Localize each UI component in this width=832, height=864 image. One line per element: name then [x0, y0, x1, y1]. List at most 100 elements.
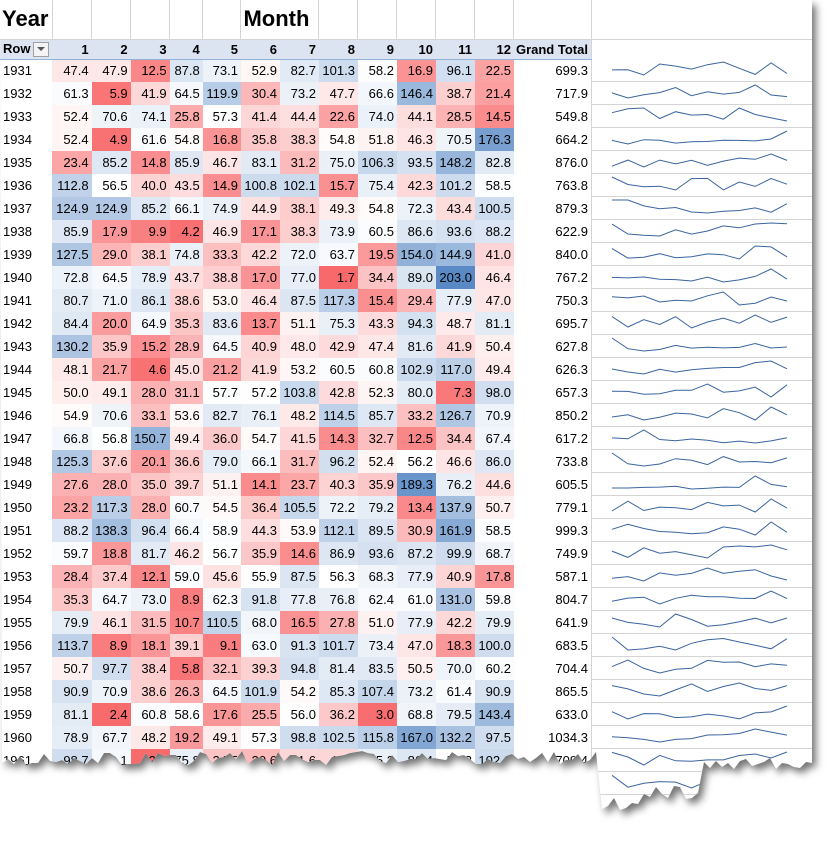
value-cell[interactable]: 12.5 — [396, 426, 436, 450]
value-cell[interactable]: 85.2 — [91, 150, 131, 174]
value-cell[interactable]: 81.6 — [396, 334, 436, 358]
value-cell[interactable]: 107.4 — [357, 679, 397, 703]
value-cell[interactable]: 56.8 — [91, 426, 131, 450]
value-cell[interactable]: 14.1 — [240, 472, 280, 496]
value-cell[interactable]: 68.0 — [240, 610, 280, 634]
value-cell[interactable]: 43.7 — [169, 265, 203, 289]
value-cell[interactable]: 46.7 — [202, 150, 241, 174]
value-cell[interactable]: 62.4 — [357, 587, 397, 611]
value-cell[interactable]: 50.7 — [52, 656, 92, 680]
value-cell[interactable]: 138.3 — [91, 518, 131, 542]
value-cell[interactable]: 31.5 — [130, 610, 170, 634]
value-cell[interactable]: 41.9 — [435, 334, 475, 358]
value-cell[interactable]: 25.5 — [240, 702, 280, 726]
value-cell[interactable]: 64.5 — [202, 679, 241, 703]
value-cell[interactable]: 22.6 — [318, 104, 358, 128]
grand-total-cell[interactable]: 763.8 — [514, 174, 591, 197]
value-cell[interactable]: 41.9 — [130, 81, 170, 105]
value-cell[interactable]: 76.8 — [318, 587, 358, 611]
year-cell[interactable]: 1948 — [0, 450, 52, 473]
value-cell[interactable]: 41.5 — [318, 748, 358, 772]
value-cell[interactable]: 29.4 — [396, 288, 436, 312]
grand-total-cell[interactable]: 683.5 — [514, 634, 591, 657]
year-cell[interactable]: 1951 — [0, 519, 52, 542]
value-cell[interactable]: 148.2 — [435, 150, 475, 174]
value-cell[interactable]: 82.7 — [279, 59, 319, 82]
value-cell[interactable]: 19.1 — [91, 794, 131, 810]
value-cell[interactable]: 98.0 — [474, 380, 514, 404]
year-cell[interactable]: 1943 — [0, 335, 52, 358]
value-cell[interactable]: 44.9 — [240, 196, 280, 220]
value-cell[interactable]: 56.2 — [396, 449, 436, 473]
value-cell[interactable]: 89.0 — [396, 265, 436, 289]
value-cell[interactable]: 79.6 — [170, 818, 203, 841]
value-cell[interactable]: 27.8 — [318, 610, 358, 634]
value-cell[interactable]: 53.2 — [279, 357, 319, 381]
value-cell[interactable]: 45.0 — [169, 357, 203, 381]
value-cell[interactable]: 31.2 — [279, 150, 319, 174]
value-cell[interactable]: 91.8 — [240, 587, 280, 611]
value-cell[interactable]: 19.2 — [169, 725, 203, 749]
grand-total-cell[interactable]: 664.2 — [514, 128, 591, 151]
value-cell[interactable]: 50.3 — [169, 771, 203, 795]
value-cell[interactable]: 73.4 — [357, 633, 397, 657]
value-cell[interactable]: 70.6 — [91, 403, 131, 427]
value-cell[interactable]: 19.1 — [358, 818, 397, 841]
value-cell[interactable]: 21.7 — [91, 357, 131, 381]
value-cell[interactable]: 12.5 — [91, 771, 131, 795]
value-cell[interactable]: 85.9 — [52, 219, 92, 243]
value-cell[interactable]: 60.2 — [474, 656, 514, 680]
value-cell[interactable]: 74.1 — [130, 104, 170, 128]
value-cell[interactable]: 54.8 — [318, 127, 358, 151]
value-cell[interactable]: 53.0 — [202, 288, 241, 312]
value-cell[interactable]: 72.0 — [279, 242, 319, 266]
value-cell[interactable]: 41.6 — [279, 748, 319, 772]
value-cell[interactable]: 101.3 — [318, 59, 358, 82]
value-cell[interactable]: 143.4 — [474, 702, 514, 726]
value-cell[interactable]: 85.1 — [130, 794, 170, 810]
value-cell[interactable]: 66.1 — [169, 196, 203, 220]
value-cell[interactable]: 35.9 — [240, 541, 280, 565]
value-cell[interactable]: 130.2 — [52, 334, 92, 358]
value-cell[interactable]: 44.6 — [474, 472, 514, 496]
grand-total-cell[interactable]: 850.2 — [514, 404, 591, 427]
value-cell[interactable]: 38.4 — [130, 656, 170, 680]
value-cell[interactable]: 78.9 — [130, 265, 170, 289]
value-cell[interactable]: 35.9 — [357, 472, 397, 496]
value-cell[interactable]: 13.4 — [396, 495, 436, 519]
value-cell[interactable]: 47.4 — [52, 59, 92, 82]
value-cell[interactable]: 48.7 — [435, 311, 475, 335]
value-cell[interactable]: 30.6 — [240, 748, 280, 772]
value-cell[interactable]: 10.7 — [169, 610, 203, 634]
value-cell[interactable]: 77.9 — [396, 564, 436, 588]
value-cell[interactable]: 117.3 — [318, 288, 358, 312]
value-cell[interactable]: 7.3 — [435, 380, 475, 404]
value-cell[interactable]: 42.8 — [318, 380, 358, 404]
grand-total-cell[interactable]: 549.8 — [514, 105, 591, 128]
value-cell[interactable]: 13.7 — [240, 311, 280, 335]
value-cell[interactable]: 82.9 — [52, 841, 91, 864]
value-cell[interactable]: 90.9 — [52, 679, 92, 703]
value-cell[interactable]: 47.8 — [203, 841, 241, 864]
year-cell[interactable]: 1960 — [0, 726, 52, 749]
value-cell[interactable]: 52.4 — [357, 449, 397, 473]
value-cell[interactable]: 41.7 — [396, 771, 436, 795]
value-cell[interactable]: 58.5 — [474, 173, 514, 197]
value-cell[interactable]: 57.3 — [202, 104, 241, 128]
value-cell[interactable] — [436, 841, 475, 864]
value-cell[interactable]: 35.3 — [169, 311, 203, 335]
value-cell[interactable]: 28.0 — [91, 472, 131, 496]
value-cell[interactable]: 112.8 — [52, 173, 92, 197]
value-cell[interactable]: 85.7 — [357, 403, 397, 427]
grand-total-cell[interactable]: 865.5 — [514, 680, 591, 703]
value-cell[interactable]: 75.4 — [357, 173, 397, 197]
value-cell[interactable]: 85.9 — [169, 150, 203, 174]
month-header-4[interactable]: 4 — [169, 39, 203, 60]
value-cell[interactable]: 11.6 — [92, 841, 131, 864]
value-cell[interactable]: 45.6 — [202, 564, 241, 588]
month-header-3[interactable]: 3 — [130, 39, 170, 60]
value-cell[interactable]: 49.4 — [169, 426, 203, 450]
value-cell[interactable]: 38.3 — [279, 219, 319, 243]
value-cell[interactable]: 68.3 — [357, 564, 397, 588]
value-cell[interactable]: 48.1 — [52, 357, 92, 381]
